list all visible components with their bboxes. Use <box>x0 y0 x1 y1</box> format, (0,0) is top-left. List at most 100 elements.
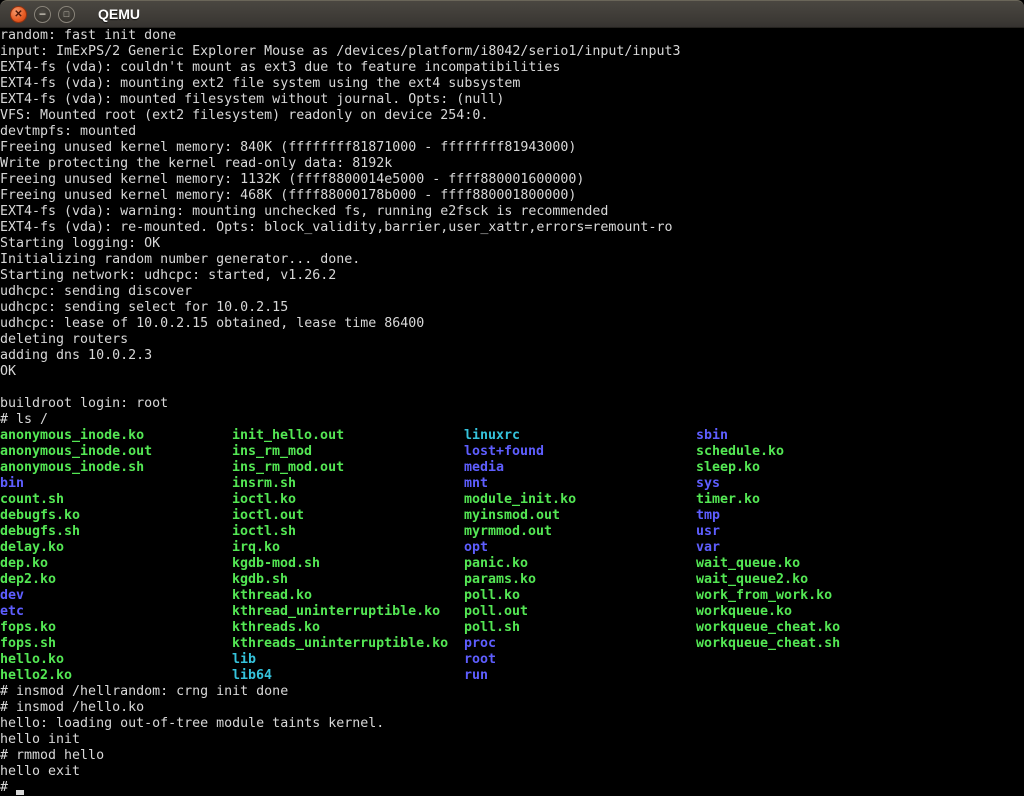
ls-entry-dir: bin <box>0 476 232 492</box>
terminal-text: Initializing random number generator... … <box>0 252 360 267</box>
terminal-text: # rmmod hello <box>0 748 104 763</box>
ls-entry-file: init_hello.out <box>232 428 464 444</box>
ls-entry-link: lib <box>232 652 464 668</box>
ls-entry-file: wait_queue.ko <box>696 556 800 571</box>
terminal-line: # ls / <box>0 412 1024 428</box>
terminal-line: hello exit <box>0 764 1024 780</box>
terminal-text: hello init <box>0 732 80 747</box>
titlebar[interactable]: ✕ − □ QEMU <box>0 0 1024 28</box>
terminal-line: hello2.kolib64run <box>0 668 1024 684</box>
terminal-text: buildroot login: root <box>0 396 168 411</box>
terminal-text: # ls / <box>0 412 48 427</box>
terminal-line: Freeing unused kernel memory: 840K (ffff… <box>0 140 1024 156</box>
maximize-button[interactable]: □ <box>58 6 75 23</box>
terminal-line: dep.kokgdb-mod.shpanic.kowait_queue.ko <box>0 556 1024 572</box>
ls-entry-file: fops.ko <box>0 620 232 636</box>
terminal-line: delay.koirq.kooptvar <box>0 540 1024 556</box>
terminal-line: etckthread_uninterruptible.kopoll.outwor… <box>0 604 1024 620</box>
ls-entry-file: module_init.ko <box>464 492 696 508</box>
terminal-line: dep2.kokgdb.shparams.kowait_queue2.ko <box>0 572 1024 588</box>
close-icon: ✕ <box>14 9 22 20</box>
terminal-line: OK <box>0 364 1024 380</box>
ls-entry-file: irq.ko <box>232 540 464 556</box>
terminal-line: udhcpc: lease of 10.0.2.15 obtained, lea… <box>0 316 1024 332</box>
terminal-text: random: fast init done <box>0 28 176 43</box>
terminal-line: hello: loading out-of-tree module taints… <box>0 716 1024 732</box>
ls-entry-file: ioctl.sh <box>232 524 464 540</box>
terminal-text: udhcpc: sending select for 10.0.2.15 <box>0 300 288 315</box>
terminal-line: Starting network: udhcpc: started, v1.26… <box>0 268 1024 284</box>
terminal-line: hello init <box>0 732 1024 748</box>
ls-entry-file: anonymous_inode.out <box>0 444 232 460</box>
minimize-button[interactable]: − <box>34 6 51 23</box>
terminal-text: # <box>0 780 16 795</box>
terminal-line: devtmpfs: mounted <box>0 124 1024 140</box>
terminal-line: anonymous_inode.outins_rm_modlost+founds… <box>0 444 1024 460</box>
terminal-line: EXT4-fs (vda): mounting ext2 file system… <box>0 76 1024 92</box>
ls-entry-dir: run <box>464 668 488 683</box>
ls-entry-file: workqueue_cheat.sh <box>696 636 840 651</box>
terminal-line: # rmmod hello <box>0 748 1024 764</box>
terminal-line: Freeing unused kernel memory: 1132K (fff… <box>0 172 1024 188</box>
terminal-text: EXT4-fs (vda): mounting ext2 file system… <box>0 76 520 91</box>
close-button[interactable]: ✕ <box>10 6 27 23</box>
terminal-line: random: fast init done <box>0 28 1024 44</box>
maximize-icon: □ <box>64 10 69 19</box>
terminal-cursor <box>16 790 24 795</box>
ls-entry-dir: dev <box>0 588 232 604</box>
terminal-text: Freeing unused kernel memory: 840K (ffff… <box>0 140 576 155</box>
terminal-text: EXT4-fs (vda): mounted filesystem withou… <box>0 92 504 107</box>
ls-entry-file: kgdb.sh <box>232 572 464 588</box>
terminal-line: fops.shkthreads_uninterruptible.koprocwo… <box>0 636 1024 652</box>
terminal-line <box>0 380 1024 396</box>
ls-entry-file: kthreads_uninterruptible.ko <box>232 636 464 652</box>
terminal-text: deleting routers <box>0 332 128 347</box>
terminal-line: devkthread.kopoll.kowork_from_work.ko <box>0 588 1024 604</box>
terminal-line: anonymous_inode.koinit_hello.outlinuxrcs… <box>0 428 1024 444</box>
ls-entry-dir: etc <box>0 604 232 620</box>
ls-entry-file: count.sh <box>0 492 232 508</box>
ls-entry-dir: sys <box>696 476 720 491</box>
terminal-line: anonymous_inode.shins_rm_mod.outmediasle… <box>0 460 1024 476</box>
terminal-line: udhcpc: sending discover <box>0 284 1024 300</box>
ls-entry-file: fops.sh <box>0 636 232 652</box>
ls-entry-dir: opt <box>464 540 696 556</box>
terminal-line: EXT4-fs (vda): warning: mounting uncheck… <box>0 204 1024 220</box>
terminal-line: Starting logging: OK <box>0 236 1024 252</box>
ls-entry-dir: tmp <box>696 508 720 523</box>
terminal-text: Freeing unused kernel memory: 1132K (fff… <box>0 172 584 187</box>
terminal-text: EXT4-fs (vda): re-mounted. Opts: block_v… <box>0 220 672 235</box>
ls-entry-file: work_from_work.ko <box>696 588 832 603</box>
ls-entry-dir: sbin <box>696 428 728 443</box>
terminal-text: input: ImExPS/2 Generic Explorer Mouse a… <box>0 44 680 59</box>
qemu-window: ✕ − □ QEMU random: fast init doneinput: … <box>0 0 1024 796</box>
ls-entry-file: hello2.ko <box>0 668 232 684</box>
terminal-line: VFS: Mounted root (ext2 filesystem) read… <box>0 108 1024 124</box>
ls-entry-file: workqueue_cheat.ko <box>696 620 840 635</box>
terminal-line: input: ImExPS/2 Generic Explorer Mouse a… <box>0 44 1024 60</box>
terminal-line: bininsrm.shmntsys <box>0 476 1024 492</box>
ls-entry-file: insrm.sh <box>232 476 464 492</box>
terminal-line: Initializing random number generator... … <box>0 252 1024 268</box>
ls-entry-dir: mnt <box>464 476 696 492</box>
ls-entry-file: anonymous_inode.ko <box>0 428 232 444</box>
ls-entry-link: lib64 <box>232 668 464 684</box>
terminal-text: udhcpc: sending discover <box>0 284 192 299</box>
terminal-screen[interactable]: random: fast init doneinput: ImExPS/2 Ge… <box>0 28 1024 796</box>
terminal-line: hello.kolibroot <box>0 652 1024 668</box>
ls-entry-file: debugfs.sh <box>0 524 232 540</box>
ls-entry-file: delay.ko <box>0 540 232 556</box>
ls-entry-file: ioctl.out <box>232 508 464 524</box>
terminal-text: Write protecting the kernel read-only da… <box>0 156 392 171</box>
terminal-line: # insmod /hello.ko <box>0 700 1024 716</box>
ls-entry-file: ins_rm_mod.out <box>232 460 464 476</box>
ls-entry-file: kthreads.ko <box>232 620 464 636</box>
terminal-text: adding dns 10.0.2.3 <box>0 348 152 363</box>
terminal-line: EXT4-fs (vda): mounted filesystem withou… <box>0 92 1024 108</box>
ls-entry-file: debugfs.ko <box>0 508 232 524</box>
ls-entry-file: myinsmod.out <box>464 508 696 524</box>
terminal-text: hello exit <box>0 764 80 779</box>
terminal-text: OK <box>0 364 16 379</box>
terminal-text: Starting logging: OK <box>0 236 160 251</box>
ls-entry-file: kthread_uninterruptible.ko <box>232 604 464 620</box>
